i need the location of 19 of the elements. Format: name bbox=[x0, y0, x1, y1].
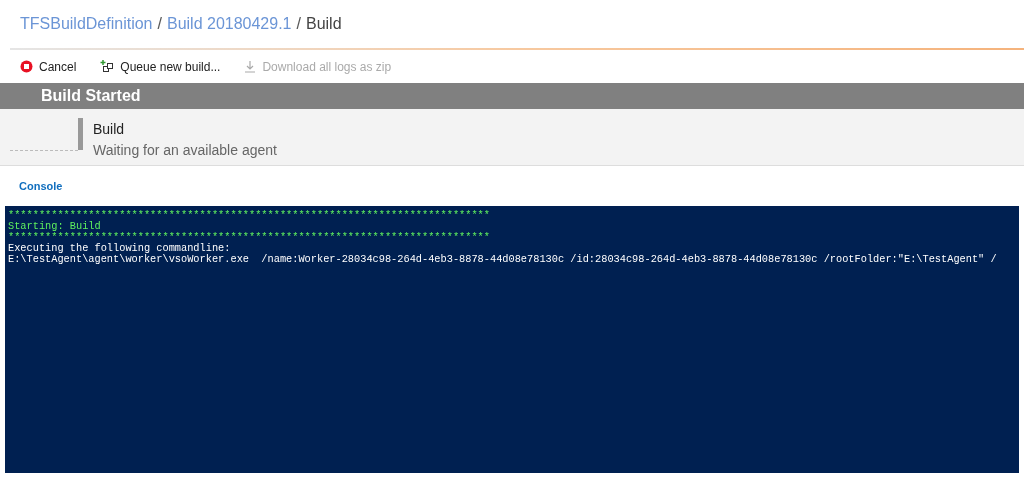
console-line: ****************************************************************************** bbox=[8, 210, 491, 221]
breadcrumb-link[interactable]: Build 20180429.1 bbox=[166, 12, 292, 36]
breadcrumb-separator: / bbox=[296, 14, 301, 34]
cancel-button[interactable]: Cancel bbox=[20, 57, 77, 76]
status-banner: Build Started bbox=[0, 83, 1024, 109]
console-line: E:\TestAgent\agent\worker\vsoWorker.exe /name:Worker-28034c98-264d-4eb3-8878-44d08e78130c /id:28034c98-264d-4eb3-8878-44d08e78130c /rootFolder:"E:\TestAgent" / bbox=[8, 254, 998, 265]
stop-icon bbox=[20, 60, 33, 73]
console-tab[interactable]: Console bbox=[19, 177, 63, 195]
queue-icon bbox=[100, 59, 115, 74]
queue-button[interactable]: Queue new build... bbox=[100, 57, 221, 76]
console-line: Executing the following commandline: bbox=[8, 243, 231, 254]
job-name: Build bbox=[93, 120, 126, 139]
download-icon bbox=[244, 60, 257, 73]
breadcrumb-link[interactable]: TFSBuildDefinition bbox=[20, 12, 153, 36]
job-status: Waiting for an available agent bbox=[93, 141, 277, 160]
console-line: ****************************************************************************** bbox=[8, 232, 491, 243]
console-line: Starting: Build bbox=[8, 221, 101, 232]
breadcrumb-current: Build bbox=[305, 14, 342, 34]
breadcrumb-separator: / bbox=[157, 14, 162, 34]
